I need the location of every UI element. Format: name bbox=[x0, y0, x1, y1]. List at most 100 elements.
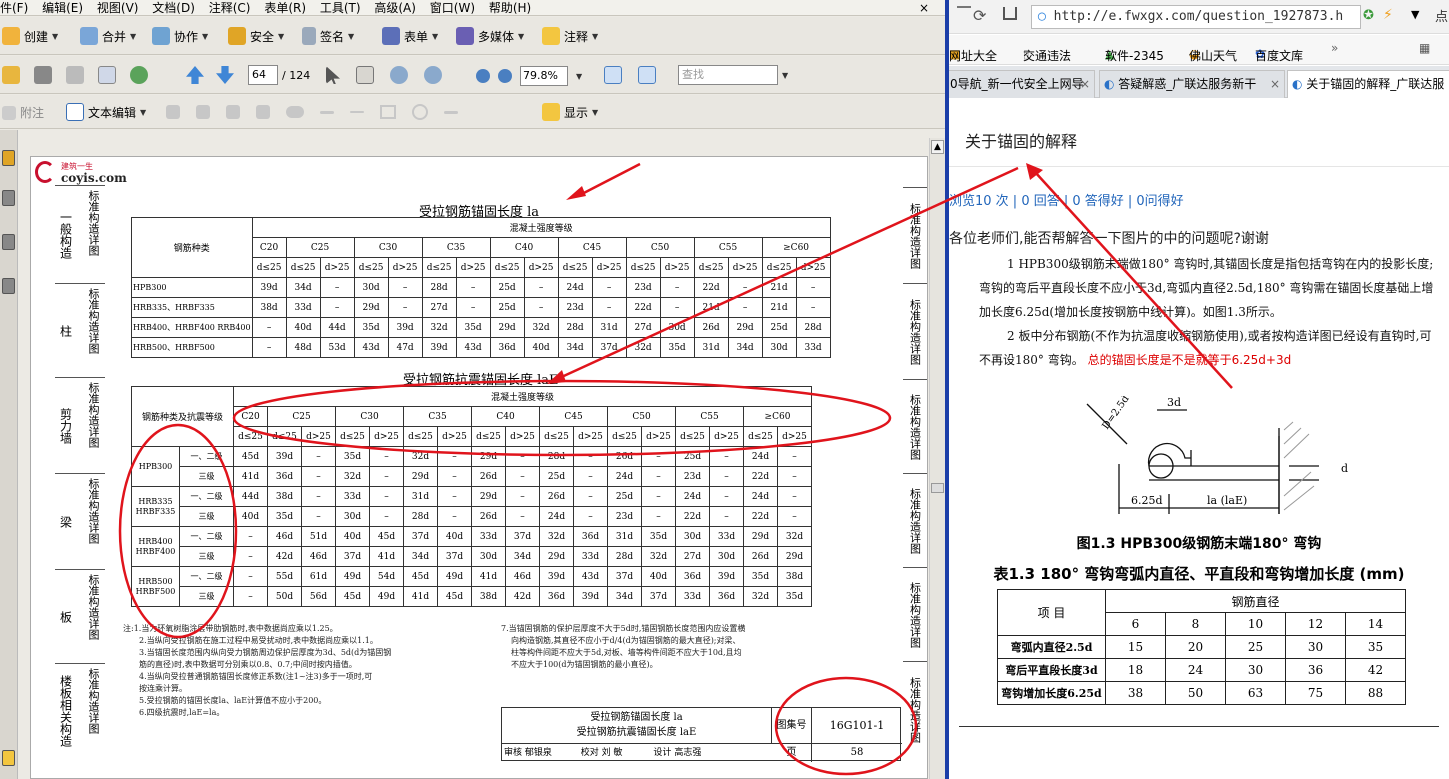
scroll-thumb[interactable] bbox=[931, 483, 944, 493]
highlight-icon[interactable] bbox=[226, 105, 240, 119]
sub-header: d>25 bbox=[573, 426, 608, 447]
menu-advanced[interactable]: 高级(A) bbox=[374, 1, 416, 15]
show-button[interactable]: 显示 ▼ bbox=[542, 103, 598, 121]
combine-icon bbox=[80, 27, 98, 45]
table-cell: 30d bbox=[709, 546, 744, 567]
secure-button[interactable]: 安全 ▼ bbox=[228, 27, 284, 45]
table-cell: 56d bbox=[301, 586, 336, 607]
reload-icon[interactable]: ⟳ bbox=[973, 6, 986, 25]
marquee-zoom-icon[interactable] bbox=[390, 66, 408, 84]
chevron-down-icon[interactable]: ▼ bbox=[1411, 8, 1419, 21]
zoom-dropdown-icon[interactable]: ▼ bbox=[576, 72, 582, 81]
open-folder-icon[interactable] bbox=[2, 66, 20, 84]
diameter-header: 6 bbox=[1105, 612, 1166, 636]
email-icon[interactable] bbox=[98, 66, 116, 84]
save-icon[interactable] bbox=[66, 66, 84, 84]
close-icon[interactable]: × bbox=[919, 0, 929, 16]
zoom-input[interactable]: 79.8% bbox=[520, 66, 568, 86]
menu-tools[interactable]: 工具(T) bbox=[320, 1, 361, 15]
menu-view[interactable]: 视图(V) bbox=[97, 1, 139, 15]
apps-icon[interactable]: ▦ bbox=[1419, 41, 1430, 55]
multimedia-button[interactable]: 多媒体 ▼ bbox=[456, 27, 524, 45]
signatures-icon[interactable] bbox=[2, 278, 15, 294]
table-cell: – bbox=[455, 277, 491, 298]
scroll-up-icon[interactable]: ▲ bbox=[931, 140, 944, 154]
table-cell: 25d bbox=[607, 486, 642, 507]
fit-page-icon[interactable] bbox=[638, 66, 656, 84]
lock-icon[interactable] bbox=[2, 150, 15, 166]
list-icon[interactable] bbox=[256, 105, 270, 119]
tab-anchorage[interactable]: ◐ 关于锚固的解释_广联达服 bbox=[1287, 70, 1449, 98]
table-cell: – bbox=[795, 297, 831, 318]
menu-file[interactable]: 件(F) bbox=[0, 1, 28, 15]
zoom-in-icon[interactable] bbox=[498, 69, 512, 83]
table-cell: 38d bbox=[251, 297, 287, 318]
dynamic-zoom-icon[interactable] bbox=[424, 66, 442, 84]
fit-width-icon[interactable] bbox=[604, 66, 622, 84]
sub-header: d>25 bbox=[709, 426, 744, 447]
menu-edit[interactable]: 编辑(E) bbox=[42, 1, 83, 15]
home-icon[interactable] bbox=[1003, 7, 1017, 20]
hook-diagram: D=2.5d 3d 6.25d la (laE) d bbox=[1086, 396, 1348, 514]
table-cell: – bbox=[727, 297, 763, 318]
select-cursor-icon[interactable] bbox=[326, 66, 340, 84]
form-icon bbox=[382, 27, 400, 45]
combine-button[interactable]: 合并 ▼ bbox=[80, 27, 136, 45]
grade-header: C30 bbox=[353, 237, 423, 258]
menu-window[interactable]: 窗口(W) bbox=[430, 1, 475, 15]
table-cell: 24d bbox=[607, 466, 642, 487]
question-stats[interactable]: 浏览10 次 | 0 回答 | 0 答得好 | 0问得好 bbox=[949, 190, 1184, 209]
comment-button[interactable]: 注释 ▼ bbox=[542, 27, 598, 45]
forms-button[interactable]: 表单 ▼ bbox=[382, 27, 438, 45]
menu-help[interactable]: 帮助(H) bbox=[489, 1, 531, 15]
callout-icon[interactable] bbox=[196, 105, 210, 119]
prev-page-icon[interactable] bbox=[186, 66, 204, 84]
page-number-input[interactable]: 64 bbox=[248, 65, 278, 85]
oval-icon[interactable] bbox=[412, 104, 428, 120]
zoom-out-icon[interactable] bbox=[476, 69, 490, 83]
comments-icon[interactable] bbox=[2, 750, 15, 766]
pencil-icon[interactable] bbox=[444, 110, 458, 114]
menu-document[interactable]: 文档(D) bbox=[152, 1, 195, 15]
vertical-scrollbar[interactable]: ▲ bbox=[929, 138, 945, 779]
table-cell: 50 bbox=[1165, 681, 1226, 705]
bookmarks-more[interactable]: » bbox=[1331, 41, 1338, 55]
table-cell: 40d bbox=[285, 317, 321, 338]
table-cell: – bbox=[505, 506, 540, 527]
menu-forms[interactable]: 表单(R) bbox=[264, 1, 306, 15]
arrow-icon[interactable] bbox=[320, 110, 334, 114]
cloud-icon[interactable] bbox=[286, 106, 304, 118]
tab-qa[interactable]: ◐ 答疑解惑_广联达服务新干 × bbox=[1099, 70, 1285, 98]
create-button[interactable]: 创建 ▼ bbox=[2, 27, 58, 45]
sign-button[interactable]: 签名 ▼ bbox=[302, 27, 354, 45]
web-icon[interactable] bbox=[130, 66, 148, 84]
tab-navigation[interactable]: 0导航_新一代安全上网导 × bbox=[949, 70, 1095, 98]
hand-tool-icon[interactable] bbox=[356, 66, 374, 84]
bookmarks-icon[interactable] bbox=[2, 234, 15, 250]
print-icon[interactable] bbox=[34, 66, 52, 84]
rectangle-icon[interactable] bbox=[380, 105, 396, 119]
table-cell: 22d bbox=[693, 277, 729, 298]
line-icon[interactable] bbox=[350, 111, 364, 113]
sub-header: d≤25 bbox=[421, 257, 457, 278]
collaborate-button[interactable]: 协作 ▼ bbox=[152, 27, 208, 45]
checker-name: 刘 敏 bbox=[601, 748, 623, 758]
extension-icon[interactable]: ✪ bbox=[1363, 8, 1374, 23]
table-cell: 41d bbox=[403, 586, 438, 607]
close-tab-icon[interactable]: × bbox=[1270, 71, 1280, 97]
close-tab-icon[interactable]: × bbox=[1080, 71, 1090, 97]
attach-button[interactable]: 附注 bbox=[2, 104, 44, 121]
sub-header: d≤25 bbox=[761, 257, 797, 278]
find-dropdown-icon[interactable]: ▼ bbox=[782, 71, 788, 80]
next-page-icon[interactable] bbox=[216, 66, 234, 84]
text-edit-icon bbox=[66, 103, 84, 121]
text-edit-button[interactable]: 文本编辑 ▼ bbox=[66, 103, 146, 121]
row-label: HRB400、HRBF400 RRB400 bbox=[131, 317, 253, 338]
stamp-icon[interactable] bbox=[166, 105, 180, 119]
find-input[interactable]: 查找 bbox=[678, 65, 778, 85]
menu-comments[interactable]: 注释(C) bbox=[209, 1, 251, 15]
url-bar[interactable]: ◯ http://e.fwxgx.com/question_1927873.h bbox=[1031, 5, 1361, 29]
row-grade: 三级 bbox=[179, 546, 234, 567]
pages-icon[interactable] bbox=[2, 190, 15, 206]
lightning-icon[interactable]: ⚡ bbox=[1383, 7, 1393, 23]
